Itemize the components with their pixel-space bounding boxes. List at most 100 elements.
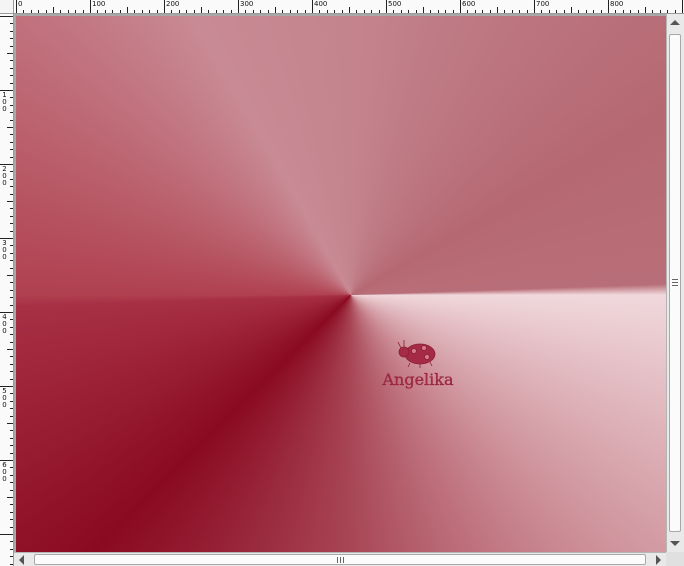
scroll-up-arrow-icon[interactable] xyxy=(670,20,680,25)
ruler-tick xyxy=(10,260,13,262)
ruler-tick xyxy=(437,10,439,13)
ruler-tick xyxy=(504,10,506,13)
ruler-tick xyxy=(7,349,13,350)
ladybug-icon xyxy=(397,340,436,368)
horizontal-ruler[interactable]: 0 100 200 300 400 500 600 700 800 xyxy=(14,0,684,14)
ruler-tick xyxy=(10,141,13,143)
ruler-tick xyxy=(97,10,99,13)
ruler-tick xyxy=(511,10,513,13)
ruler-tick xyxy=(474,10,476,13)
watermark-text: Angelika xyxy=(381,370,454,389)
ruler-tick xyxy=(7,53,13,54)
ruler-tick xyxy=(349,7,350,13)
ruler-tick xyxy=(282,10,284,13)
vertical-scrollbar[interactable] xyxy=(666,14,684,552)
ruler-tick xyxy=(252,10,254,13)
ruler-tick xyxy=(10,400,13,402)
ruler-tick xyxy=(341,10,343,13)
ruler-tick xyxy=(10,282,13,284)
ruler-tick xyxy=(7,423,13,424)
ruler-tick xyxy=(10,223,13,225)
grip-line xyxy=(343,557,344,563)
ruler-tick xyxy=(0,16,13,17)
vertical-scroll-thumb[interactable] xyxy=(669,34,681,532)
ruler-tick xyxy=(556,10,558,13)
scroll-right-arrow-icon[interactable] xyxy=(656,555,661,565)
ruler-tick xyxy=(630,10,632,13)
ruler-tick xyxy=(67,10,69,13)
ruler-tick xyxy=(645,7,646,13)
ruler-tick xyxy=(10,556,13,558)
scroll-left-arrow-icon[interactable] xyxy=(19,555,24,565)
ruler-tick xyxy=(215,10,217,13)
ruler-tick xyxy=(400,10,402,13)
ruler-tick xyxy=(10,156,13,158)
ladybug-watermark-logo: Angelika xyxy=(381,340,454,389)
ruler-tick xyxy=(10,519,13,521)
grip-line xyxy=(337,557,338,563)
image-canvas[interactable]: Angelika xyxy=(16,16,666,552)
canvas-area[interactable]: Angelika xyxy=(14,14,666,552)
ruler-tick xyxy=(10,341,13,343)
ruler-tick xyxy=(467,10,469,13)
ruler-tick xyxy=(408,10,410,13)
ruler-tick xyxy=(149,10,151,13)
ruler-tick xyxy=(563,10,565,13)
ruler-tick xyxy=(334,10,336,13)
ruler-tick xyxy=(534,0,535,13)
ruler-tick xyxy=(16,0,17,13)
ruler-label: 100 xyxy=(2,91,7,113)
ruler-tick xyxy=(38,10,40,13)
scroll-down-arrow-icon[interactable] xyxy=(670,541,680,546)
ruler-tick xyxy=(326,10,328,13)
ruler-tick xyxy=(10,75,13,77)
ruler-tick xyxy=(60,10,62,13)
scroll-corner xyxy=(666,552,684,566)
ruler-tick xyxy=(104,10,106,13)
vertical-ruler[interactable]: 100 200 300 400 500 600 xyxy=(0,14,14,566)
ruler-tick xyxy=(10,245,13,247)
ruler-tick xyxy=(10,215,13,217)
ruler-tick xyxy=(45,10,47,13)
ruler-tick xyxy=(10,67,13,69)
ruler-tick xyxy=(10,393,13,395)
ruler-tick xyxy=(10,371,13,373)
ruler-tick xyxy=(7,127,13,128)
ruler-tick xyxy=(10,541,13,543)
ruler-tick xyxy=(267,10,269,13)
ruler-label: 800 xyxy=(610,0,624,8)
ruler-tick xyxy=(386,0,387,13)
grip-line xyxy=(672,282,678,283)
ruler-tick xyxy=(548,10,550,13)
ruler-tick xyxy=(23,10,25,13)
ruler-tick xyxy=(238,0,239,13)
ruler-tick xyxy=(10,563,13,565)
horizontal-scroll-thumb[interactable] xyxy=(34,554,646,565)
ruler-tick xyxy=(10,504,13,506)
ruler-tick xyxy=(10,38,13,40)
ruler-tick xyxy=(667,10,669,13)
ruler-tick xyxy=(497,7,498,13)
ruler-tick xyxy=(112,10,114,13)
ruler-label: 600 xyxy=(2,461,7,483)
ruler-tick xyxy=(10,104,13,106)
ruler-tick xyxy=(10,178,13,180)
ruler-tick xyxy=(7,497,13,498)
ruler-tick xyxy=(674,10,676,13)
ruler-label: 600 xyxy=(462,0,476,8)
ruler-tick xyxy=(10,171,13,173)
ruler-label: 200 xyxy=(2,165,7,187)
ruler-tick xyxy=(10,408,13,410)
ruler-tick xyxy=(10,511,13,513)
ruler-tick xyxy=(230,10,232,13)
ruler-tick xyxy=(415,10,417,13)
ruler-tick xyxy=(10,134,13,136)
ruler-tick xyxy=(371,10,373,13)
ruler-tick xyxy=(482,10,484,13)
ruler-tick xyxy=(10,112,13,114)
ruler-tick xyxy=(659,10,661,13)
ruler-tick xyxy=(260,10,262,13)
horizontal-scrollbar[interactable] xyxy=(14,552,666,566)
ruler-tick xyxy=(10,82,13,84)
ruler-tick xyxy=(201,7,202,13)
